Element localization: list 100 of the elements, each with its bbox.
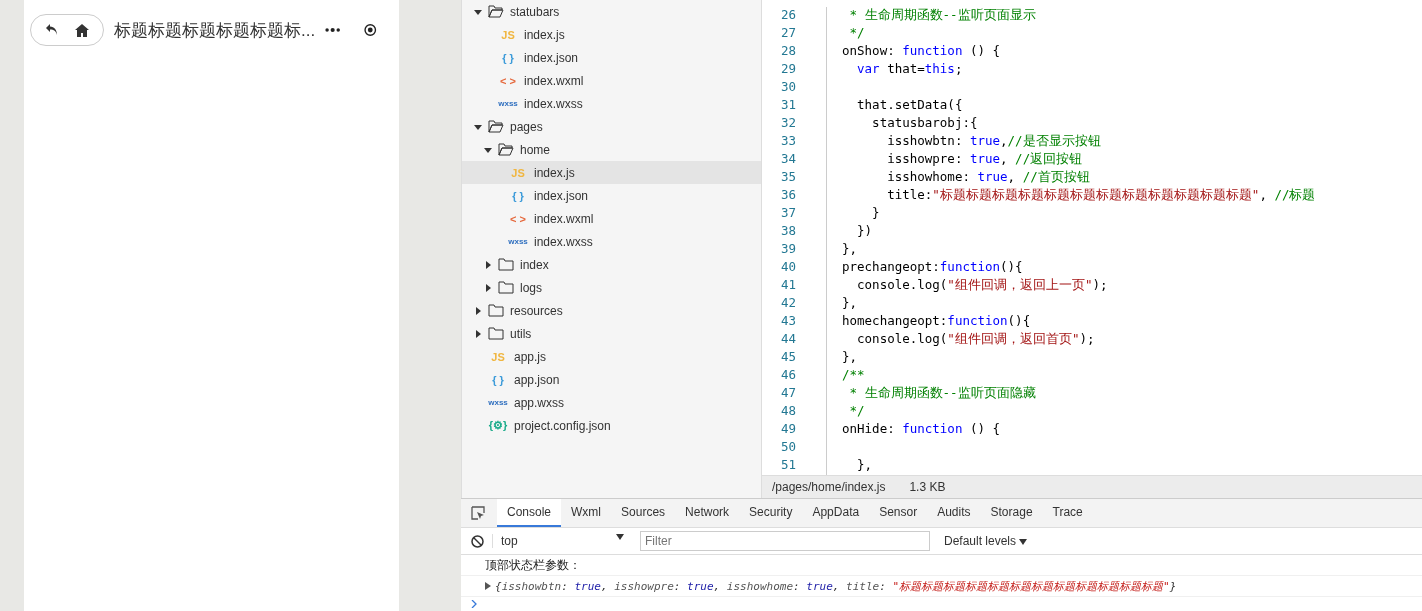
caret-down-icon[interactable] [474,7,482,16]
tree-file[interactable]: wxss app.wxss [462,391,761,414]
home-icon[interactable] [75,23,89,37]
file-type-icon: < > [508,212,528,225]
tree-folder[interactable]: resources [462,299,761,322]
code-line: homechangeopt:function(){ [842,313,1032,330]
code-line: statusbarobj:{ [871,115,979,132]
tree-file[interactable]: JS app.js [462,345,761,368]
inspect-icon[interactable] [471,506,485,520]
file-path: /pages/home/index.js [772,480,886,494]
open-folder-icon [488,5,504,18]
code-line: title:"标题标题标题标题标题标题标题标题标题标题标题标题", //标题 [886,187,1316,204]
folder-icon [498,258,514,271]
file-name: app.js [514,349,547,364]
file-type-icon: {⚙} [488,419,508,432]
code-line: isshowhome: true, //首页按钮 [886,169,1091,186]
tree-file[interactable]: wxss index.wxss [462,230,761,253]
tree-file[interactable]: { } index.json [462,184,761,207]
code-line: /** [842,367,866,384]
devtools-tab[interactable]: Sources [611,499,676,527]
dropdown-icon [616,534,624,540]
devtools-tab[interactable]: AppData [802,499,870,527]
caret-right-icon[interactable] [484,260,492,269]
code-line: onShow: function () { [842,43,1002,60]
code-line: isshowbtn: true,//是否显示按钮 [886,133,1102,150]
devtools-tab[interactable]: Trace [1042,499,1093,527]
caret-down-icon[interactable] [474,122,482,131]
code-line: console.log("组件回调，返回首页"); [856,331,1096,348]
filter-field[interactable]: Filter [640,531,930,551]
devtools-tab[interactable]: Audits [927,499,981,527]
tree-file[interactable]: wxss index.wxss [462,92,761,115]
devtools-tab[interactable]: Storage [980,499,1043,527]
folder-icon [498,281,514,294]
more-icon[interactable] [325,27,341,33]
tree-folder[interactable]: home [462,138,761,161]
tree-file[interactable]: < > index.wxml [462,69,761,92]
back-arrow-icon[interactable] [45,23,59,37]
code-line: }, [856,457,874,474]
devtools-tab[interactable]: Security [739,499,803,527]
line-number: 32 [779,115,797,132]
file-name: project.config.json [514,418,611,433]
expand-caret-icon[interactable] [485,582,491,590]
folder-name: statubars [510,4,560,19]
clear-console-icon[interactable] [471,534,484,548]
devtools-tab[interactable]: Network [675,499,740,527]
file-type-icon: JS [508,166,528,179]
log-message: 顶部状态栏参数： [485,556,581,574]
tree-file[interactable]: JS index.js [462,23,761,46]
file-name: index.wxml [524,73,584,88]
line-number: 35 [779,169,797,186]
code-line: isshowpre: true, //返回按钮 [886,151,1084,168]
line-number: 49 [779,421,797,438]
tree-folder[interactable]: statubars [462,0,761,23]
tree-file[interactable]: { } index.json [462,46,761,69]
prompt-icon [471,600,477,608]
tree-file[interactable]: { } app.json [462,368,761,391]
devtools-tab[interactable]: Console [497,499,562,527]
code-line: that.setData({ [856,97,964,114]
code-line: prechangeopt:function(){ [842,259,1024,276]
file-size: 1.3 KB [909,480,946,494]
tree-file[interactable]: < > index.wxml [462,207,761,230]
devtools-tab[interactable]: Wxml [561,499,612,527]
file-type-icon: { } [498,51,518,64]
line-number: 42 [779,295,797,312]
file-name: index.json [534,188,589,203]
file-name: index.wxml [534,211,594,226]
nav-title: 标题标题标题标题标题标... [114,19,316,42]
file-type-icon: wxss [488,398,508,407]
file-type-icon: wxss [508,237,528,246]
tree-folder[interactable]: utils [462,322,761,345]
caret-right-icon[interactable] [474,329,482,338]
file-name: app.wxss [514,395,565,410]
record-icon[interactable] [364,21,377,39]
folder-name: logs [520,280,542,295]
code-line: }) [856,223,874,240]
tree-folder[interactable]: logs [462,276,761,299]
code-line: onHide: function () { [842,421,1002,438]
line-number: 46 [779,367,797,384]
line-number: 37 [779,205,797,222]
code-line: * 生命周期函数--监听页面隐藏 [848,385,1037,402]
line-number: 50 [779,439,797,456]
tree-file[interactable]: JS index.js [462,161,761,184]
folder-name: resources [510,303,563,318]
line-number: 43 [779,313,797,330]
file-type-icon: JS [488,350,508,363]
line-number: 30 [779,79,797,96]
caret-down-icon[interactable] [484,145,492,154]
caret-right-icon[interactable] [474,306,482,315]
folder-icon [488,304,504,317]
line-number: 44 [779,331,797,348]
dropdown-icon [1019,539,1028,545]
levels-select[interactable]: Default levels [938,533,1034,549]
devtools-tab[interactable]: Sensor [869,499,928,527]
file-name: index.wxss [524,96,583,111]
tree-folder[interactable]: pages [462,115,761,138]
tree-file[interactable]: {⚙} project.config.json [462,414,761,437]
caret-right-icon[interactable] [484,283,492,292]
line-number: 29 [779,61,797,78]
line-number: 47 [779,385,797,402]
tree-folder[interactable]: index [462,253,761,276]
